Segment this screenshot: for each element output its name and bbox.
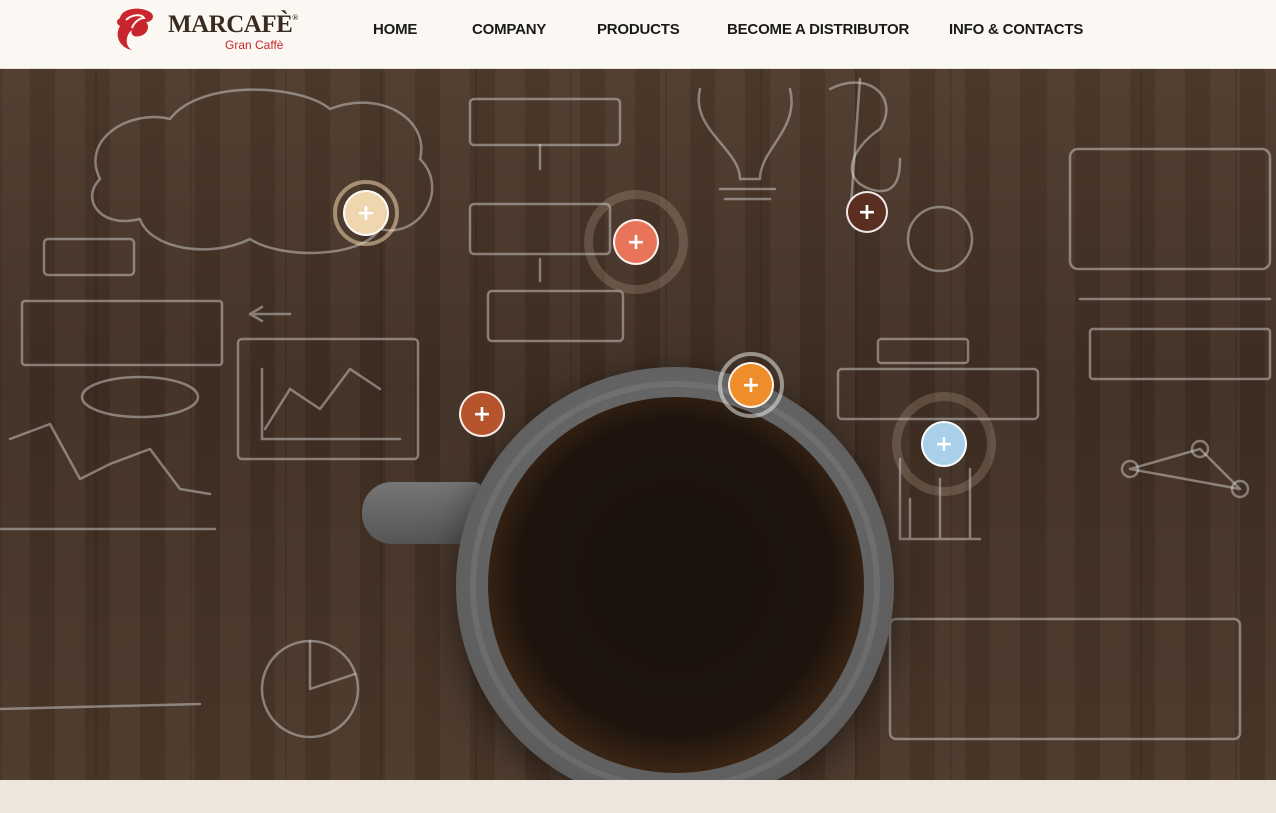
plus-icon: + — [459, 391, 505, 437]
marcafe-logo[interactable]: MARCAFÈ® Gran Caffè — [112, 4, 302, 56]
coffee-surface — [488, 397, 864, 773]
logo-subtitle: Gran Caffè — [225, 38, 284, 52]
nav-products[interactable]: PRODUCTS — [597, 21, 680, 38]
hotspot-rust[interactable]: + — [458, 390, 506, 438]
page-bottom-strip — [0, 780, 1276, 813]
plus-icon: + — [846, 191, 888, 233]
logo-brand-text: MARCAFÈ® — [168, 11, 298, 38]
plus-icon: + — [921, 421, 967, 467]
plus-icon: + — [728, 362, 774, 408]
logo-emblem-icon — [117, 8, 153, 50]
hotspot-coral[interactable]: + — [584, 190, 688, 294]
nav-home[interactable]: HOME — [373, 21, 417, 38]
hotspot-orange[interactable]: + — [718, 352, 784, 418]
hotspot-sky[interactable]: + — [892, 392, 996, 496]
hotspot-cream[interactable]: + — [333, 180, 399, 246]
hotspot-brown[interactable]: + — [845, 190, 889, 234]
nav-info-contacts[interactable]: INFO & CONTACTS — [949, 21, 1083, 38]
nav-company[interactable]: COMPANY — [472, 21, 546, 38]
nav-become-a-distributor[interactable]: BECOME A DISTRIBUTOR — [727, 21, 909, 38]
site-header: MARCAFÈ® Gran Caffè HOME COMPANY PRODUCT… — [0, 0, 1276, 69]
hero-banner: + + + + + + — [0, 69, 1276, 780]
plus-icon: + — [343, 190, 389, 236]
plus-icon: + — [613, 219, 659, 265]
